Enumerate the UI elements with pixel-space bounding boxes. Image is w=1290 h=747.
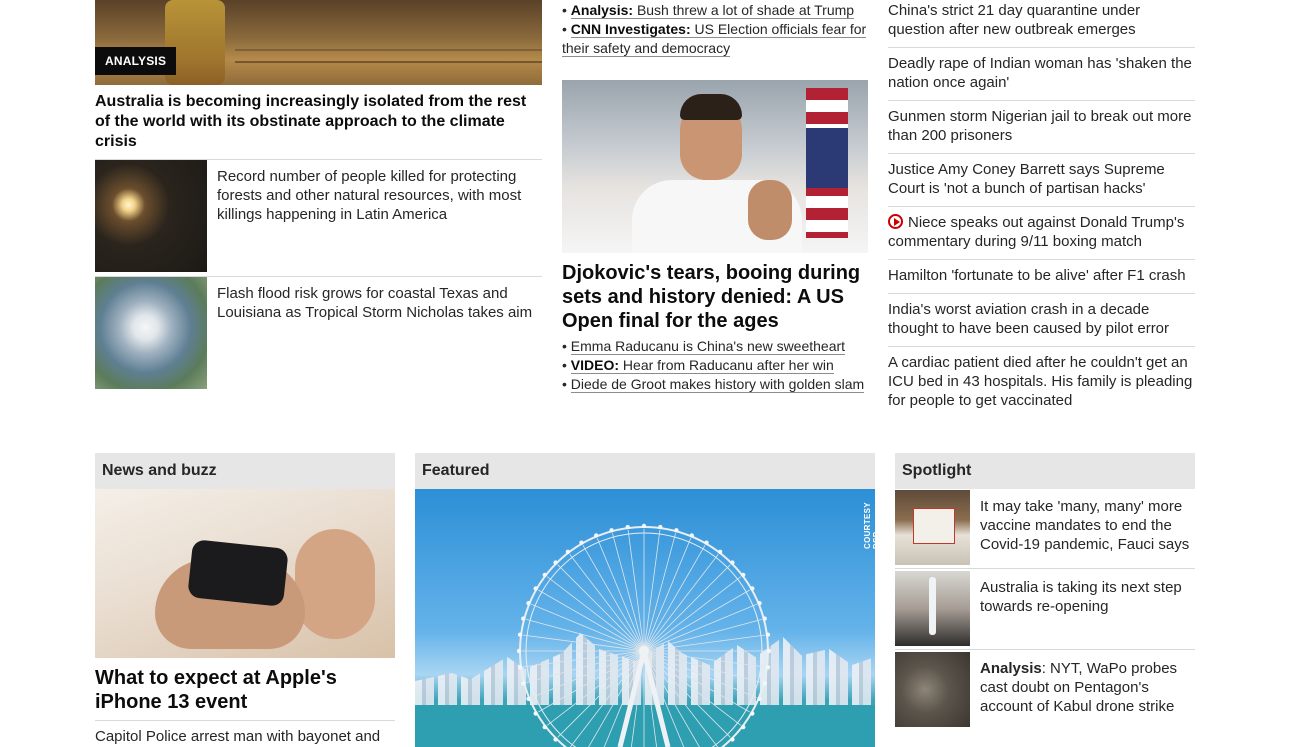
story-thumbnail (95, 277, 207, 389)
link-bush-analysis[interactable]: • Analysis: Bush threw a lot of shade at… (562, 1, 872, 20)
link-text: Bush threw a lot of shade at Trump (636, 2, 855, 18)
spotlight-thumbnail (895, 652, 970, 727)
divider (888, 153, 1195, 154)
list-item[interactable]: Justice Amy Coney Barrett says Supreme C… (888, 160, 1195, 198)
list-item[interactable]: Gunmen storm Nigerian jail to break out … (888, 107, 1195, 145)
spotlight-item[interactable]: Analysis: NYT, WaPo probes cast doubt on… (895, 652, 1195, 727)
story-text: Flash flood risk grows for coastal Texas… (217, 285, 533, 321)
list-item[interactable]: China's strict 21 day quarantine under q… (888, 1, 1195, 39)
divider (895, 568, 1195, 569)
list-item[interactable]: India's worst aviation crash in a decade… (888, 300, 1195, 338)
list-item[interactable]: A cardiac patient died after he couldn't… (888, 353, 1195, 410)
djokovic-image[interactable] (562, 80, 868, 253)
player-hair (680, 94, 742, 120)
analysis-tag: ANALYSIS (95, 47, 177, 75)
link-text: Diede de Groot makes history with golden… (570, 376, 865, 393)
story-item[interactable]: Flash flood risk grows for coastal Texas… (95, 277, 542, 389)
spotlight-text: Australia is taking its next step toward… (980, 579, 1182, 615)
divider (888, 259, 1195, 260)
divider (888, 293, 1195, 294)
divider (888, 206, 1195, 207)
section-header-featured: Featured (415, 453, 875, 489)
list-item-text: Niece speaks out against Donald Trump's … (888, 214, 1185, 250)
fence-line (235, 61, 542, 63)
phone-figure (187, 539, 289, 607)
spotlight-bold-prefix: Analysis (980, 660, 1042, 677)
section-header-spotlight: Spotlight (895, 453, 1195, 489)
link-raducanu-video[interactable]: • VIDEO: Hear from Raducanu after her wi… (562, 356, 872, 375)
headline-iphone[interactable]: What to expect at Apple's iPhone 13 even… (95, 666, 395, 714)
story-text: Record number of people killed for prote… (217, 168, 522, 223)
spotlight-text: Analysis: NYT, WaPo probes cast doubt on… (980, 659, 1195, 716)
link-prefix: Analysis: (570, 2, 634, 18)
headline-djokovic[interactable]: Djokovic's tears, booing during sets and… (562, 261, 872, 333)
link-raducanu-china[interactable]: • Emma Raducanu is China's new sweethear… (562, 337, 872, 356)
play-circle-icon (888, 214, 903, 229)
list-item[interactable]: Hamilton 'fortunate to be alive' after F… (888, 266, 1195, 285)
spotlight-text: It may take 'many, many' more vaccine ma… (980, 498, 1190, 553)
link-prefix: CNN Investigates: (570, 21, 691, 37)
photo-credit: COURTESY DSP (863, 502, 875, 549)
section-header-news-buzz: News and buzz (95, 453, 395, 489)
player-hands (748, 180, 792, 240)
link-de-groot[interactable]: • Diede de Groot makes history with gold… (562, 375, 872, 394)
flag-graphic (806, 88, 848, 238)
headline-climate[interactable]: Australia is becoming increasingly isola… (95, 92, 542, 152)
divider (888, 100, 1195, 101)
spotlight-item[interactable]: It may take 'many, many' more vaccine ma… (895, 490, 1195, 565)
list-item[interactable]: Deadly rape of Indian woman has 'shaken … (888, 54, 1195, 92)
hand-figure (295, 529, 375, 639)
fence-line (235, 49, 542, 51)
spotlight-thumbnail (895, 490, 970, 565)
link-text: Emma Raducanu is China's new sweetheart (570, 338, 846, 355)
hero-image-climate[interactable]: ANALYSIS (95, 0, 542, 85)
divider (95, 720, 395, 721)
link-prefix: VIDEO: (570, 357, 620, 373)
spotlight-thumbnail (895, 571, 970, 646)
iphone-image[interactable] (95, 489, 395, 658)
story-item[interactable]: Record number of people killed for prote… (95, 160, 542, 272)
story-thumbnail (95, 160, 207, 272)
story-capitol-police[interactable]: Capitol Police arrest man with bayonet a… (95, 727, 395, 746)
link-text: Hear from Raducanu after her win (622, 357, 834, 373)
spotlight-item[interactable]: Australia is taking its next step toward… (895, 571, 1195, 646)
divider (888, 346, 1195, 347)
divider (895, 649, 1195, 650)
divider (888, 47, 1195, 48)
featured-image-ferris-wheel[interactable]: COURTESY DSP (415, 489, 875, 747)
list-item-video[interactable]: Niece speaks out against Donald Trump's … (888, 213, 1195, 251)
link-election-officials[interactable]: • CNN Investigates: US Election official… (562, 20, 872, 58)
ferris-wheel-graphic (516, 523, 772, 747)
